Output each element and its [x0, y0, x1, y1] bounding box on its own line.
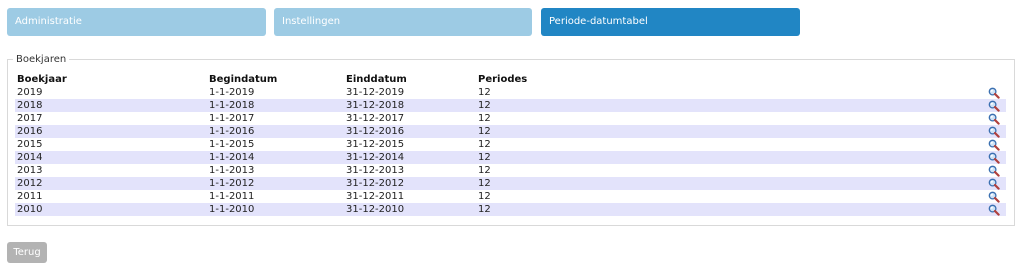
periods-cell: 12	[478, 178, 491, 189]
magnifier-icon	[988, 178, 1000, 190]
magnifier-icon	[988, 113, 1000, 125]
year-cell: 2010	[17, 204, 43, 215]
end-date-cell: 31-12-2018	[346, 100, 405, 111]
view-details-button[interactable]	[988, 164, 1000, 177]
end-date-cell: 31-12-2012	[346, 178, 405, 189]
periods-cell: 12	[478, 204, 491, 215]
column-header-periods: Periodes	[478, 74, 528, 85]
tab-administratie[interactable]: Administratie	[7, 8, 266, 36]
end-date-cell: 31-12-2017	[346, 113, 405, 124]
magnifier-icon	[988, 165, 1000, 177]
periods-cell: 12	[478, 165, 491, 176]
year-cell: 2012	[17, 178, 43, 189]
end-date-cell: 31-12-2019	[346, 87, 405, 98]
view-details-button[interactable]	[988, 99, 1000, 112]
column-header-start-date: Begindatum	[209, 74, 278, 85]
table-row: 2018 1-1-2018 31-12-2018 12	[15, 99, 1006, 112]
periods-cell: 12	[478, 191, 491, 202]
year-cell: 2014	[17, 152, 43, 163]
view-details-button[interactable]	[988, 203, 1000, 216]
year-cell: 2011	[17, 191, 43, 202]
view-details-button[interactable]	[988, 151, 1000, 164]
tab-instellingen[interactable]: Instellingen	[274, 8, 532, 36]
table-row: 2014 1-1-2014 31-12-2014 12	[15, 151, 1006, 164]
table-row: 2013 1-1-2013 31-12-2013 12	[15, 164, 1006, 177]
periods-cell: 12	[478, 87, 491, 98]
start-date-cell: 1-1-2010	[209, 204, 255, 215]
year-cell: 2019	[17, 87, 43, 98]
end-date-cell: 31-12-2013	[346, 165, 405, 176]
boekjaren-table: Boekjaar Begindatum Einddatum Periodes 2…	[15, 73, 1006, 216]
column-header-end-date: Einddatum	[346, 74, 407, 85]
periods-cell: 12	[478, 139, 491, 150]
year-cell: 2015	[17, 139, 43, 150]
start-date-cell: 1-1-2015	[209, 139, 255, 150]
view-details-button[interactable]	[988, 138, 1000, 151]
section-legend: Boekjaren	[16, 54, 67, 65]
magnifier-icon	[988, 87, 1000, 99]
magnifier-icon	[988, 191, 1000, 203]
back-button[interactable]: Terug	[7, 242, 47, 263]
year-cell: 2017	[17, 113, 43, 124]
column-header-year: Boekjaar	[17, 74, 67, 85]
start-date-cell: 1-1-2019	[209, 87, 255, 98]
magnifier-icon	[988, 126, 1000, 138]
table-row: 2017 1-1-2017 31-12-2017 12	[15, 112, 1006, 125]
table-row: 2016 1-1-2016 31-12-2016 12	[15, 125, 1006, 138]
view-details-button[interactable]	[988, 177, 1000, 190]
view-details-button[interactable]	[988, 190, 1000, 203]
table-row: 2015 1-1-2015 31-12-2015 12	[15, 138, 1006, 151]
start-date-cell: 1-1-2016	[209, 126, 255, 137]
table-row: 2012 1-1-2012 31-12-2012 12	[15, 177, 1006, 190]
magnifier-icon	[988, 139, 1000, 151]
magnifier-icon	[988, 204, 1000, 216]
periods-cell: 12	[478, 100, 491, 111]
year-cell: 2013	[17, 165, 43, 176]
start-date-cell: 1-1-2017	[209, 113, 255, 124]
magnifier-icon	[988, 100, 1000, 112]
table-row: 2011 1-1-2011 31-12-2011 12	[15, 190, 1006, 203]
start-date-cell: 1-1-2012	[209, 178, 255, 189]
end-date-cell: 31-12-2011	[346, 191, 405, 202]
end-date-cell: 31-12-2016	[346, 126, 405, 137]
table-body: 2019 1-1-2019 31-12-2019 12 2018 1-1-2018 31-1…	[15, 86, 1006, 216]
tab-periode-datumtabel[interactable]: Periode-datumtabel	[541, 8, 800, 36]
view-details-button[interactable]	[988, 125, 1000, 138]
start-date-cell: 1-1-2013	[209, 165, 255, 176]
end-date-cell: 31-12-2014	[346, 152, 405, 163]
periods-cell: 12	[478, 152, 491, 163]
end-date-cell: 31-12-2010	[346, 204, 405, 215]
periods-cell: 12	[478, 126, 491, 137]
year-cell: 2016	[17, 126, 43, 137]
table-row: 2019 1-1-2019 31-12-2019 12	[15, 86, 1006, 99]
table-row: 2010 1-1-2010 31-12-2010 12	[15, 203, 1006, 216]
year-cell: 2018	[17, 100, 43, 111]
magnifier-icon	[988, 152, 1000, 164]
view-details-button[interactable]	[988, 86, 1000, 99]
start-date-cell: 1-1-2018	[209, 100, 255, 111]
start-date-cell: 1-1-2014	[209, 152, 255, 163]
periods-cell: 12	[478, 113, 491, 124]
start-date-cell: 1-1-2011	[209, 191, 255, 202]
table-header-row: Boekjaar Begindatum Einddatum Periodes	[15, 73, 1006, 86]
view-details-button[interactable]	[988, 112, 1000, 125]
end-date-cell: 31-12-2015	[346, 139, 405, 150]
